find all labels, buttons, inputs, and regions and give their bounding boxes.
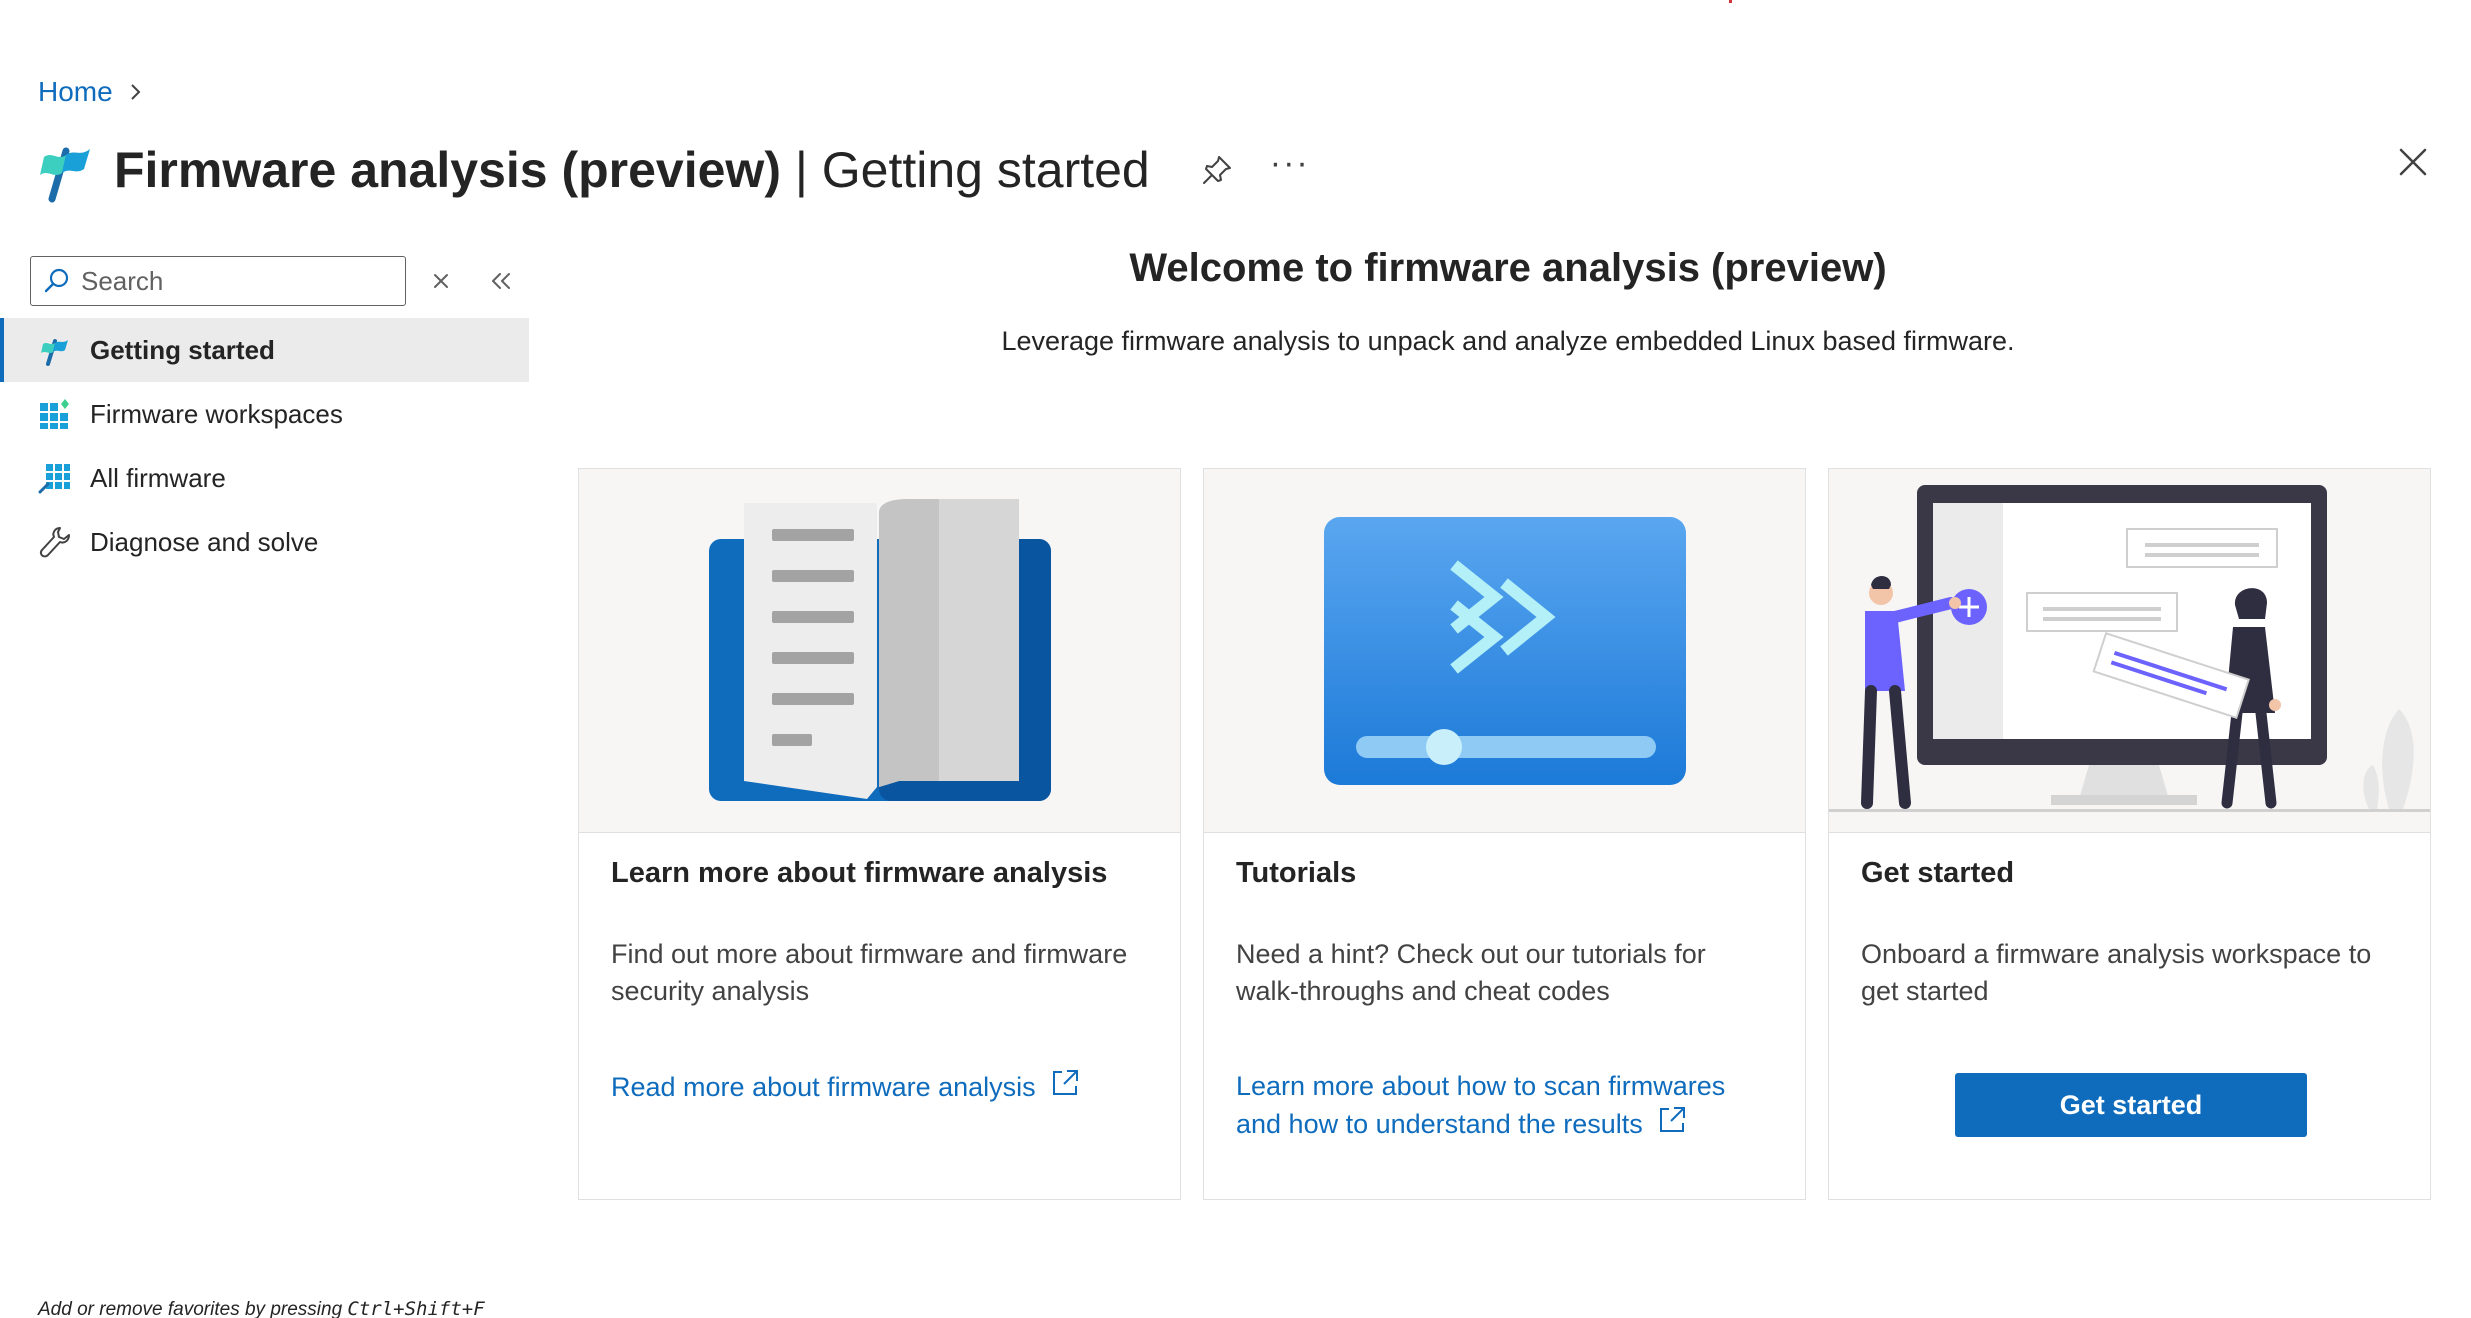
card-description: Onboard a firmware analysis workspace to… xyxy=(1861,939,2372,1006)
card-tutorials: Tutorials Need a hint? Check out our tut… xyxy=(1203,468,1806,1200)
people-screen-icon xyxy=(1829,485,2430,812)
external-link-icon xyxy=(1052,1070,1078,1095)
welcome-heading: Welcome to firmware analysis (preview) xyxy=(1129,246,1887,290)
sidebar-item-diagnose-and-solve[interactable]: Diagnose and solve xyxy=(0,510,529,574)
collapse-sidebar-icon[interactable] xyxy=(488,268,514,294)
book-illustration xyxy=(579,469,1180,833)
close-icon[interactable] xyxy=(2395,144,2431,180)
card-title: Learn more about firmware analysis xyxy=(611,857,1108,889)
get-started-button[interactable]: Get started xyxy=(1955,1073,2307,1137)
page-title-separator: | xyxy=(794,142,808,198)
grid-icon xyxy=(38,397,72,431)
card-learn-more: Learn more about firmware analysis Find … xyxy=(578,468,1181,1200)
favorites-hint-text: Add or remove favorites by pressing xyxy=(38,1299,348,1318)
sidebar-item-label: Getting started xyxy=(90,334,275,365)
firmware-grid-icon xyxy=(38,461,72,495)
video-illustration xyxy=(1204,469,1805,833)
card-title: Get started xyxy=(1861,857,2015,889)
page-title-sub: Getting started xyxy=(821,142,1150,198)
onboarding-illustration xyxy=(1829,469,2430,833)
sidebar-item-getting-started[interactable]: Getting started xyxy=(0,318,529,382)
page-header: Firmware analysis (preview) | Getting st… xyxy=(38,130,1310,210)
search-input[interactable] xyxy=(81,265,381,297)
card-title: Tutorials xyxy=(1236,857,1357,889)
firmware-flag-icon xyxy=(40,147,90,203)
page-title-main: Firmware analysis (preview) xyxy=(114,142,781,198)
video-player-icon xyxy=(1324,517,1686,785)
card-get-started: Get started Onboard a firmware analysis … xyxy=(1828,468,2431,1200)
read-more-link-text: Read more about firmware analysis xyxy=(611,1072,1036,1102)
cards-row: Learn more about firmware analysis Find … xyxy=(578,468,2431,1200)
tutorials-link-text: Learn more about how to scan firmwares a… xyxy=(1236,1071,1726,1139)
card-description: Find out more about firmware and firmwar… xyxy=(611,939,1128,1006)
search-icon xyxy=(44,268,69,293)
chevron-right-icon xyxy=(130,84,141,100)
card-description: Need a hint? Check out our tutorials for… xyxy=(1236,939,1706,1006)
sidebar-item-firmware-workspaces[interactable]: Firmware workspaces xyxy=(0,382,529,446)
favorites-hint: Add or remove favorites by pressing Ctrl… xyxy=(38,1298,485,1318)
sidebar-nav: Getting started Firmware workspaces All … xyxy=(0,318,529,574)
more-options-icon[interactable]: ··· xyxy=(1270,146,1310,180)
clear-search-icon[interactable] xyxy=(430,270,452,292)
app-root: Home Firmware analysis (preview) | Getti… xyxy=(0,0,2471,1318)
sidebar-item-label: Firmware workspaces xyxy=(90,398,343,429)
breadcrumb: Home xyxy=(38,76,145,108)
favorites-shortcut: Ctrl+Shift+F xyxy=(347,1298,485,1318)
flag-icon xyxy=(38,333,72,367)
wrench-icon xyxy=(38,525,72,559)
external-link-icon xyxy=(1659,1107,1685,1132)
sidebar-search-row xyxy=(30,256,514,306)
breadcrumb-home-link[interactable]: Home xyxy=(38,76,113,108)
artifact-dot xyxy=(1729,0,1732,3)
sidebar-item-label: Diagnose and solve xyxy=(90,526,319,557)
page-title: Firmware analysis (preview) | Getting st… xyxy=(114,141,1150,199)
book-icon xyxy=(709,499,1051,801)
tutorials-link[interactable]: Learn more about how to scan firmwares a… xyxy=(1236,1068,1776,1143)
pin-icon[interactable] xyxy=(1200,153,1234,187)
search-box[interactable] xyxy=(30,256,406,306)
sidebar-item-label: All firmware xyxy=(90,462,226,493)
sidebar-item-all-firmware[interactable]: All firmware xyxy=(0,446,529,510)
welcome-subtitle: Leverage firmware analysis to unpack and… xyxy=(1001,326,2015,356)
read-more-link[interactable]: Read more about firmware analysis xyxy=(611,1068,1151,1106)
